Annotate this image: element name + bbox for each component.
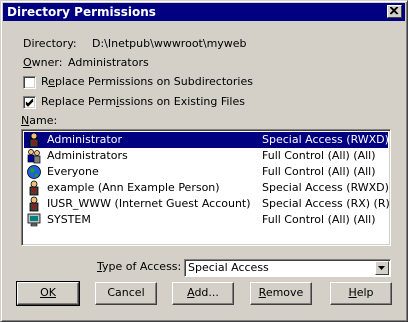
type-of-access-value: Special Access [188,261,269,274]
name-label: Name: [21,114,58,127]
list-item-name: example (Ann Example Person) [47,181,220,194]
directory-label: Directory: [23,37,77,50]
list-item-access: Special Access (RX) (R) [262,197,390,210]
replace-files-checkbox[interactable] [23,96,36,109]
owner-value: Administrators [68,56,149,69]
list-item[interactable]: Administrators Full Control (All) (All) [24,148,388,164]
close-button[interactable] [387,5,402,18]
ok-label: OK [40,286,56,299]
title-bar[interactable]: Directory Permissions [3,3,405,21]
user-icon [26,132,42,148]
list-item[interactable]: example (Ann Example Person) Special Acce… [24,180,391,196]
list-item-name: Everyone [47,165,99,178]
list-item-name: IUSR_WWW (Internet Guest Account) [47,197,251,210]
chevron-down-icon [378,266,385,270]
list-item-access: Special Access (RWXD) (R [262,181,391,194]
replace-subdirectories-label[interactable]: Replace Permissions on Subdirectories [41,75,253,89]
replace-subdirectories-checkbox[interactable] [23,76,36,89]
list-item-access: Special Access (RWXD) (R [262,133,391,146]
checkmark-icon [25,98,34,107]
globe-icon [26,164,42,180]
system-icon [26,212,42,228]
directory-permissions-dialog: Directory Permissions Directory: D:\Inet… [0,0,408,322]
help-button[interactable]: Help [330,282,392,305]
user-icon [26,196,42,212]
replace-files-label[interactable]: Replace Permissions on Existing Files [41,95,245,109]
list-item[interactable]: IUSR_WWW (Internet Guest Account) Special… [24,196,390,212]
list-item-access: Full Control (All) (All) [262,213,376,226]
cancel-button[interactable]: Cancel [95,282,157,305]
cancel-label: Cancel [107,286,145,299]
directory-path: D:\Inetpub\wwwroot\myweb [92,37,247,50]
group-icon [26,148,42,164]
list-item-name: SYSTEM [47,213,91,226]
dropdown-button[interactable] [375,261,389,275]
list-item-name: Administrators [47,149,128,162]
owner-label: Owner: [23,56,63,69]
type-of-access-label: Type of Access: [97,260,182,273]
list-item-access: Full Control (All) (All) [262,165,376,178]
names-listbox[interactable]: Administrator Special Access (RWXD) (R Adm… [21,129,391,246]
user-icon [26,180,42,196]
remove-button[interactable]: Remove [250,282,312,305]
add-button[interactable]: Add... [172,282,234,305]
type-of-access-select[interactable]: Special Access [184,259,391,277]
window-title: Directory Permissions [7,5,156,19]
ok-button[interactable]: OK [16,281,80,306]
list-item-name: Administrator [47,133,122,146]
close-icon [390,7,399,15]
list-item[interactable]: SYSTEM Full Control (All) (All) [24,212,388,228]
list-item[interactable]: Everyone Full Control (All) (All) [24,164,388,180]
list-item[interactable]: Administrator Special Access (RWXD) (R [24,132,391,148]
list-item-access: Full Control (All) (All) [262,149,376,162]
